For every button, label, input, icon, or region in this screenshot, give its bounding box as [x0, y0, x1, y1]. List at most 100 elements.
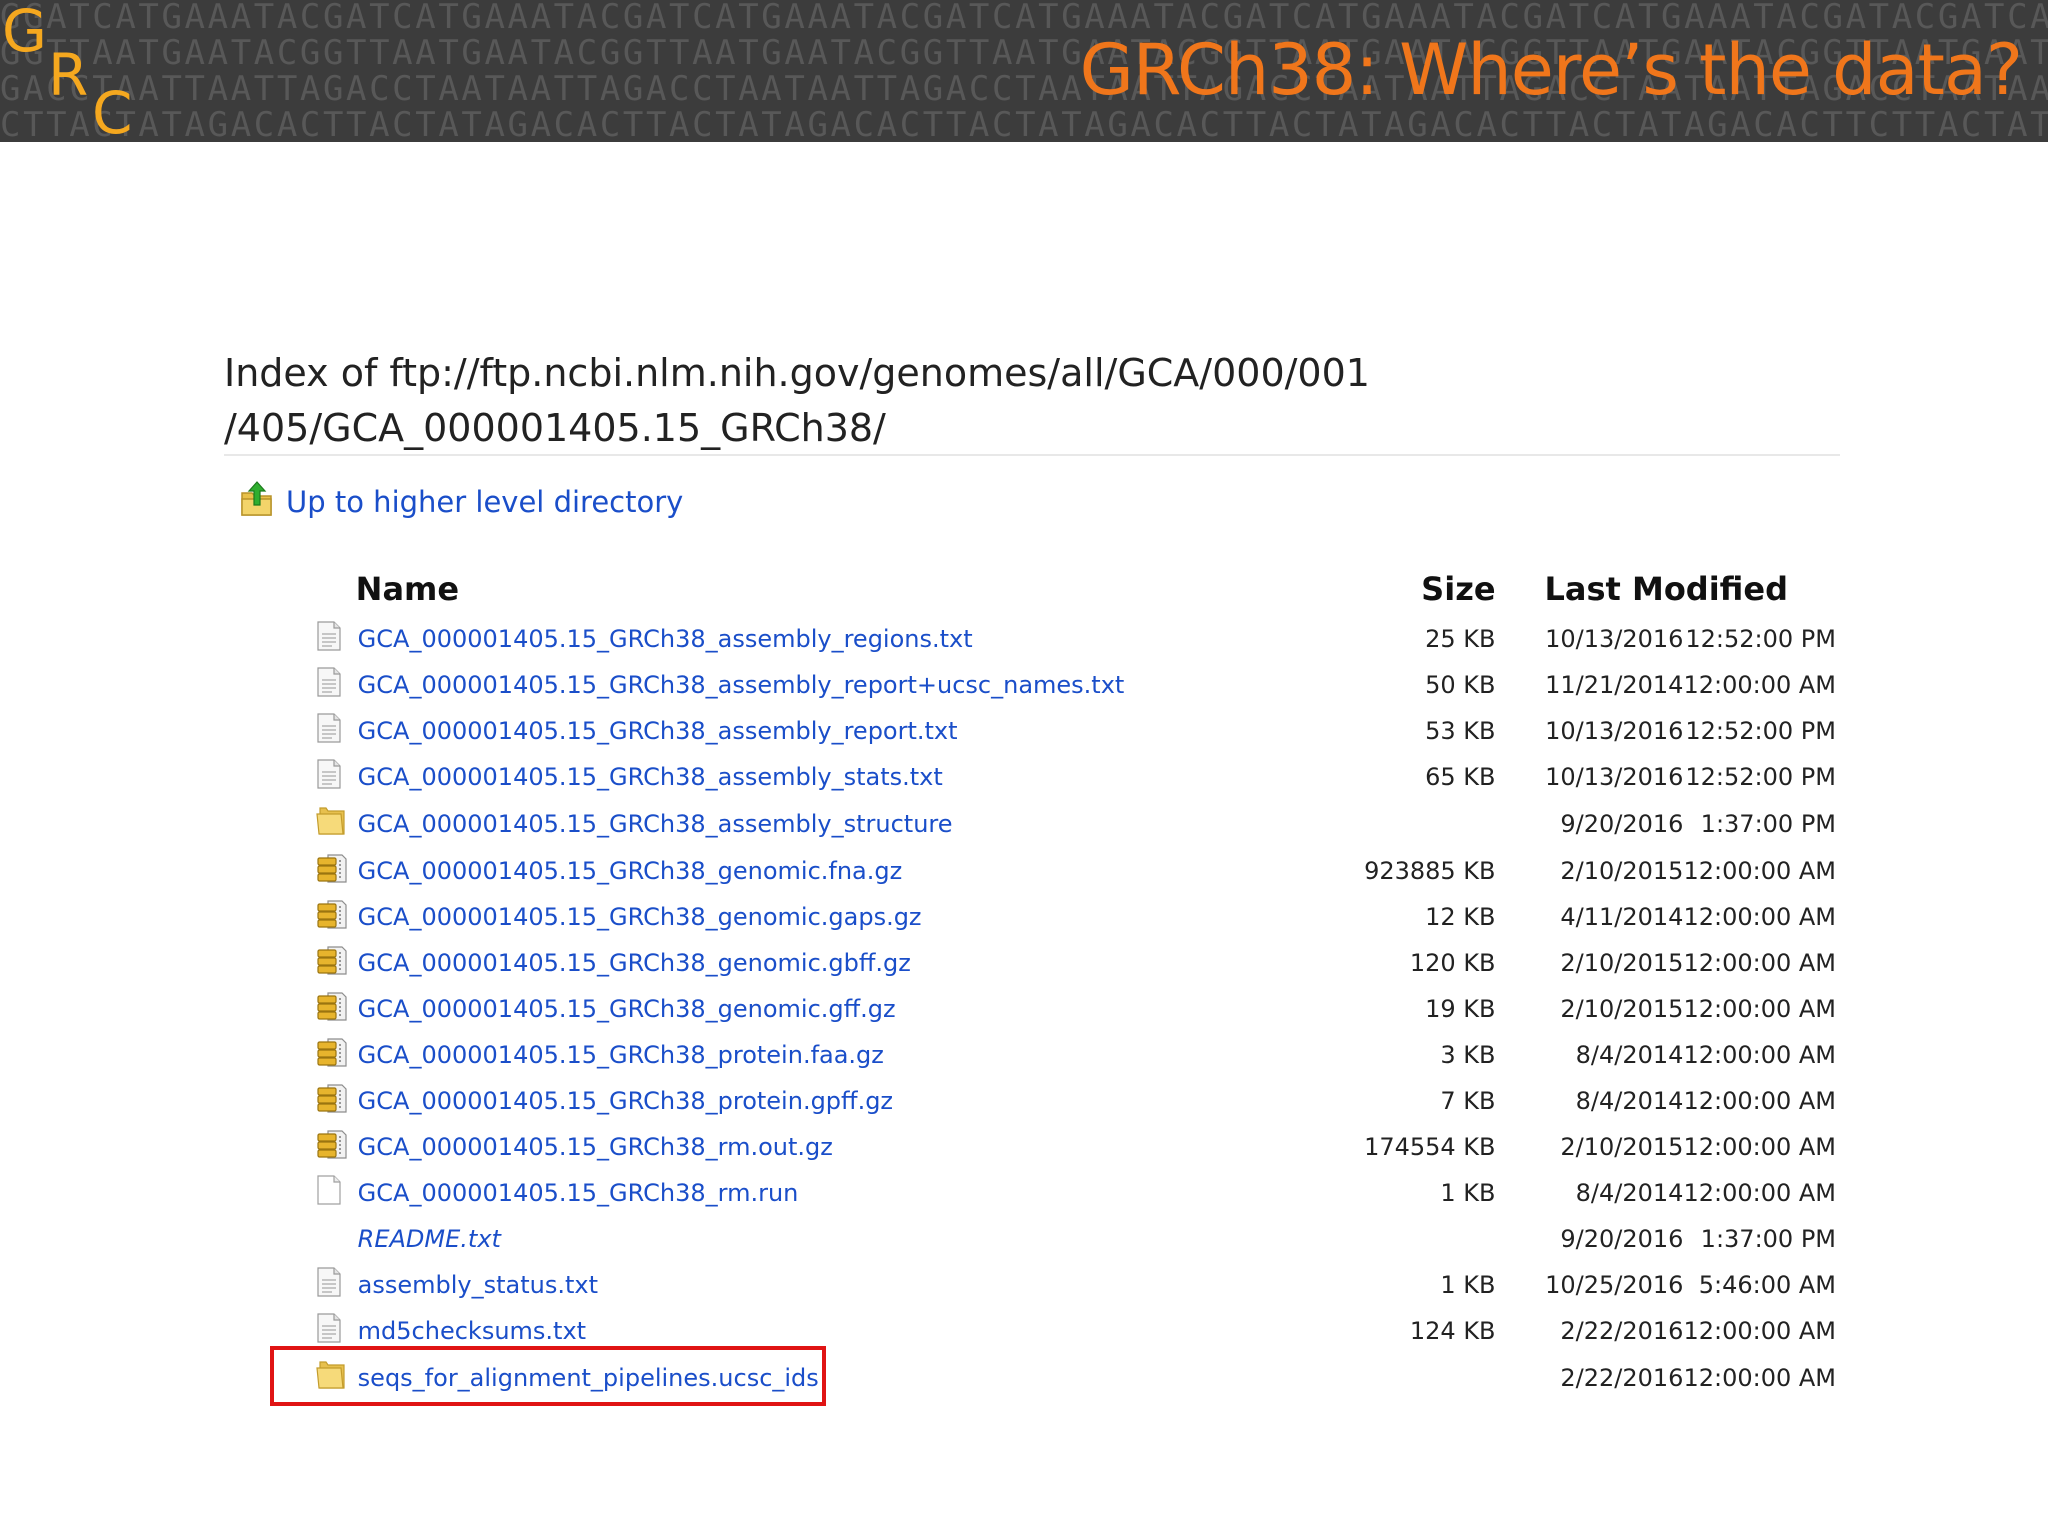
up-link-label: Up to higher level directory: [286, 485, 684, 519]
header-last-modified[interactable]: Last Modified: [1496, 562, 1836, 616]
table-row: GCA_000001405.15_GRCh38_assembly_regions…: [316, 616, 1836, 662]
modified-time: 1:37:00 PM: [1700, 810, 1836, 838]
file-size: 923885 KB: [1364, 857, 1496, 885]
file-link[interactable]: GCA_000001405.15_GRCh38_assembly_report.…: [358, 717, 958, 745]
row-icon-cell: [316, 986, 356, 1032]
archive-icon: [316, 1082, 348, 1114]
file-name-cell: GCA_000001405.15_GRCh38_assembly_regions…: [356, 616, 1316, 662]
ftp-index-heading-line1: Index of ftp://ftp.ncbi.nlm.nih.gov/geno…: [224, 351, 1370, 395]
file-link[interactable]: GCA_000001405.15_GRCh38_assembly_regions…: [358, 625, 973, 653]
table-row: GCA_000001405.15_GRCh38_assembly_report+…: [316, 662, 1836, 708]
row-icon-cell: [316, 754, 356, 800]
logo-letter-g: G: [2, 0, 47, 65]
modified-time: 5:46:00 AM: [1698, 1271, 1836, 1299]
row-icon-cell: [316, 1124, 356, 1170]
file-size: 53 KB: [1425, 717, 1496, 745]
archive-icon: [316, 1036, 348, 1068]
modified-time: 12:00:00 AM: [1683, 1133, 1836, 1161]
archive-icon: [316, 898, 348, 930]
header-icon-spacer: [316, 562, 356, 616]
table-row: GCA_000001405.15_GRCh38_genomic.gaps.gz 1…: [316, 894, 1836, 940]
modified-time: 12:00:00 AM: [1683, 1317, 1836, 1345]
file-link[interactable]: GCA_000001405.15_GRCh38_protein.gpff.gz: [358, 1087, 893, 1115]
file-name-cell: GCA_000001405.15_GRCh38_rm.run: [356, 1170, 1316, 1216]
file-size: 7 KB: [1440, 1087, 1496, 1115]
file-size: [1316, 800, 1496, 848]
archive-icon: [316, 852, 348, 884]
up-to-parent-directory-link[interactable]: Up to higher level directory: [240, 478, 683, 526]
file-link[interactable]: README.txt: [358, 1225, 501, 1253]
slide-banner: GGATCATGAAATACGATCATGAAATACGATCATGAAATAC…: [0, 0, 2048, 142]
modified-date: 11/21/2014: [1545, 671, 1684, 699]
modified-time: 12:52:00 PM: [1685, 625, 1836, 653]
folder-icon: [316, 806, 346, 836]
file-listing-table: Name Size Last Modified GCA_000001405.15…: [316, 562, 1836, 1402]
file-name-cell: GCA_000001405.15_GRCh38_genomic.gff.gz: [356, 986, 1316, 1032]
table-row: GCA_000001405.15_GRCh38_protein.gpff.gz 7…: [316, 1078, 1836, 1124]
file-size: 65 KB: [1425, 763, 1496, 791]
file-size: [1316, 1354, 1496, 1402]
header-size[interactable]: Size: [1316, 562, 1495, 616]
archive-icon: [316, 1128, 348, 1160]
file-link[interactable]: GCA_000001405.15_GRCh38_genomic.fna.gz: [358, 857, 903, 885]
blank-file-icon: [316, 1175, 342, 1205]
file-link[interactable]: GCA_000001405.15_GRCh38_assembly_structu…: [358, 810, 953, 838]
file-link[interactable]: assembly_status.txt: [358, 1271, 598, 1299]
modified-time: 12:52:00 PM: [1685, 717, 1836, 745]
modified-date: 10/13/2016: [1545, 763, 1684, 791]
file-name-cell: GCA_000001405.15_GRCh38_assembly_report+…: [356, 662, 1316, 708]
file-name-cell: GCA_000001405.15_GRCh38_assembly_stats.t…: [356, 754, 1316, 800]
modified-date: 10/13/2016: [1545, 625, 1684, 653]
logo-letter-c: C: [92, 79, 133, 142]
file-link[interactable]: md5checksums.txt: [358, 1317, 586, 1345]
file-link[interactable]: GCA_000001405.15_GRCh38_genomic.gbff.gz: [358, 949, 911, 977]
slide-title: GRCh38: Where’s the data?: [1079, 29, 2023, 111]
file-name-cell: README.txt: [356, 1216, 1316, 1262]
text-file-icon: [316, 1267, 342, 1297]
modified-date: 8/4/2014: [1575, 1041, 1684, 1069]
heading-divider: [224, 454, 1840, 456]
row-icon-cell: [316, 616, 356, 662]
row-icon-cell: [316, 1262, 356, 1308]
file-link[interactable]: GCA_000001405.15_GRCh38_rm.out.gz: [358, 1133, 833, 1161]
file-listing-body: GCA_000001405.15_GRCh38_assembly_regions…: [316, 616, 1836, 1402]
file-link[interactable]: GCA_000001405.15_GRCh38_genomic.gaps.gz: [358, 903, 922, 931]
modified-date: 8/4/2014: [1575, 1179, 1684, 1207]
file-link[interactable]: GCA_000001405.15_GRCh38_protein.faa.gz: [358, 1041, 884, 1069]
row-icon-cell: [316, 800, 356, 848]
header-name[interactable]: Name: [356, 562, 1316, 616]
file-name-cell: GCA_000001405.15_GRCh38_protein.gpff.gz: [356, 1078, 1316, 1124]
modified-time: 12:00:00 AM: [1683, 949, 1836, 977]
ftp-index-heading-line2: /405/GCA_000001405.15_GRCh38/: [224, 406, 886, 450]
file-link[interactable]: GCA_000001405.15_GRCh38_assembly_report+…: [358, 671, 1125, 699]
modified-time: 12:00:00 AM: [1683, 903, 1836, 931]
text-file-icon: [316, 621, 342, 651]
modified-time: 12:00:00 AM: [1683, 1041, 1836, 1069]
dna-sequence-background: CTTACTATAGACACTTACTATAGACACTTACTATAGACAC…: [0, 105, 2048, 142]
logo-letter-r: R: [48, 41, 89, 109]
file-link[interactable]: GCA_000001405.15_GRCh38_genomic.gff.gz: [358, 995, 896, 1023]
file-link[interactable]: GCA_000001405.15_GRCh38_assembly_stats.t…: [358, 763, 943, 791]
modified-time: 12:00:00 AM: [1683, 671, 1836, 699]
file-link[interactable]: GCA_000001405.15_GRCh38_rm.run: [358, 1179, 799, 1207]
text-file-icon: [316, 667, 342, 697]
modified-date: 10/25/2016: [1545, 1271, 1684, 1299]
row-icon-cell: [316, 894, 356, 940]
modified-time: 1:37:00 PM: [1700, 1225, 1836, 1253]
up-folder-icon: [240, 480, 274, 524]
modified-date: 10/13/2016: [1545, 717, 1684, 745]
modified-time: 12:00:00 AM: [1683, 1087, 1836, 1115]
modified-date: 2/22/2016: [1560, 1364, 1684, 1392]
file-name-cell: assembly_status.txt: [356, 1262, 1316, 1308]
modified-date: 4/11/2014: [1560, 903, 1684, 931]
modified-time: 12:00:00 AM: [1683, 857, 1836, 885]
text-file-icon: [316, 1313, 342, 1343]
modified-time: 12:00:00 AM: [1683, 995, 1836, 1023]
row-icon-cell: [316, 1216, 356, 1262]
table-row: README.txt 9/20/2016 1:37:00 PM: [316, 1216, 1836, 1262]
file-name-cell: GCA_000001405.15_GRCh38_assembly_report.…: [356, 708, 1316, 754]
row-icon-cell: [316, 1170, 356, 1216]
file-size: 12 KB: [1425, 903, 1496, 931]
modified-date: 2/10/2015: [1560, 857, 1684, 885]
row-icon-cell: [316, 662, 356, 708]
